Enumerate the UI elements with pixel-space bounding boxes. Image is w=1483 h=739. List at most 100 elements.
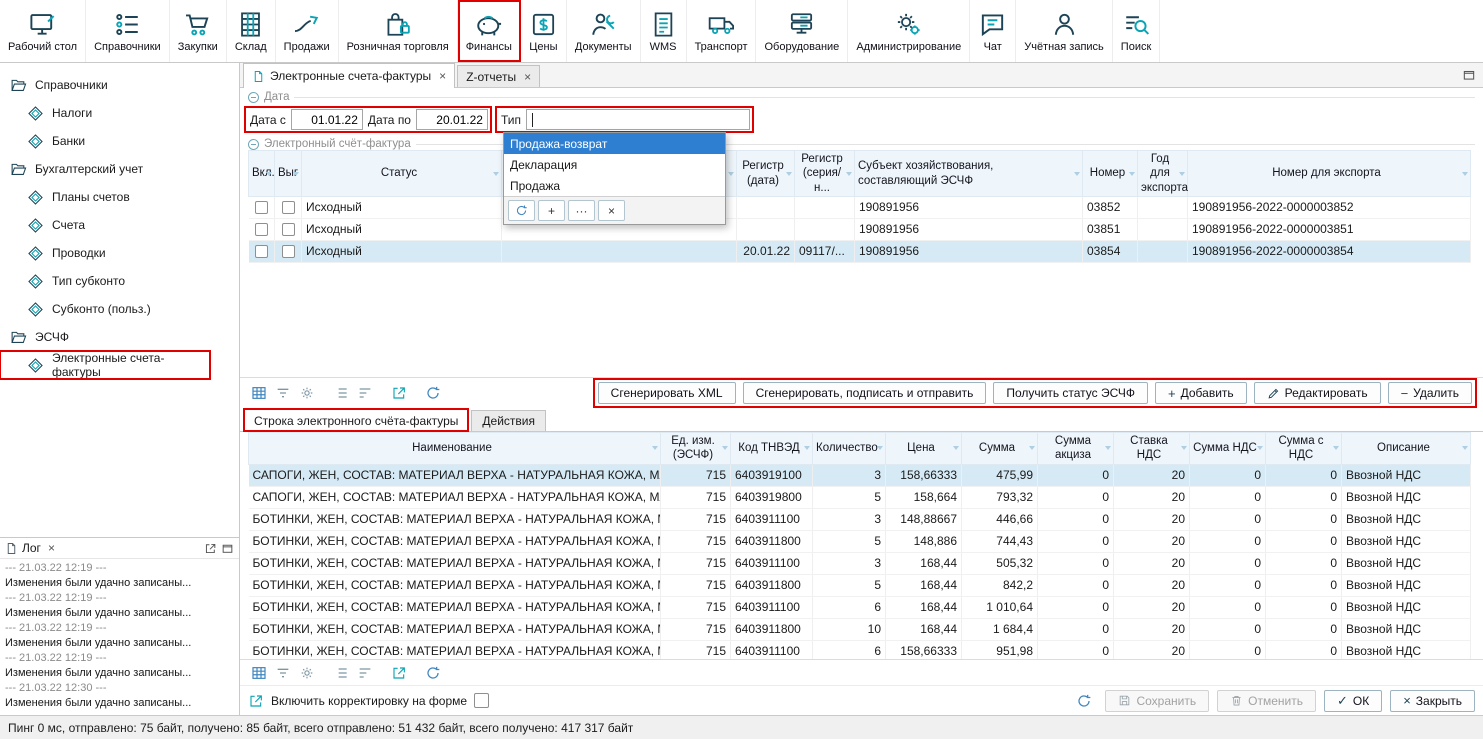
toolbar-item-administration[interactable]: Администрирование xyxy=(848,0,970,62)
line-row[interactable]: БОТИНКИ, ЖЕН, СОСТАВ: МАТЕРИАЛ ВЕРХА - Н… xyxy=(249,530,1471,552)
toolbar-item-wms[interactable]: WMS xyxy=(641,0,687,62)
column-header[interactable]: Регистр (серия/н... xyxy=(795,151,855,197)
type-input[interactable] xyxy=(526,109,750,130)
column-header[interactable]: Сумма НДС xyxy=(1190,433,1266,465)
collapse-group-icon[interactable] xyxy=(248,92,259,103)
column-header[interactable]: Номер для экспорта xyxy=(1188,151,1471,197)
sidebar-item[interactable]: ЭСЧФ xyxy=(0,323,239,351)
dropdown-more-icon[interactable]: ··· xyxy=(568,200,595,221)
detail-list-icon[interactable] xyxy=(330,382,352,404)
toolbar-item-prices[interactable]: Цены xyxy=(521,0,567,62)
toolbar-item-search[interactable]: Поиск xyxy=(1113,0,1160,62)
window-restore-icon[interactable] xyxy=(1462,68,1476,82)
filter-icon[interactable] xyxy=(272,662,294,684)
edit-button[interactable]: Редактировать xyxy=(1254,382,1381,404)
row-checkbox[interactable] xyxy=(255,201,268,214)
correction-checkbox[interactable] xyxy=(474,693,489,708)
tab-z-reports[interactable]: Z-отчеты× xyxy=(457,65,540,87)
add-button[interactable]: +Добавить xyxy=(1155,382,1247,404)
sidebar-item[interactable]: Электронные счета-фактуры xyxy=(0,351,210,379)
generate-sign-send-button[interactable]: Сгенерировать, подписать и отправить xyxy=(743,382,987,404)
column-header[interactable]: Ставка НДС xyxy=(1114,433,1190,465)
toolbar-item-desktop[interactable]: Рабочий стол xyxy=(0,0,86,62)
settings-icon[interactable] xyxy=(296,382,318,404)
filter-icon[interactable] xyxy=(272,382,294,404)
tab-close-icon[interactable]: × xyxy=(439,70,446,82)
refresh-icon[interactable] xyxy=(422,662,444,684)
column-header[interactable]: Описание xyxy=(1342,433,1471,465)
refresh-icon[interactable] xyxy=(422,382,444,404)
open-in-window-icon[interactable] xyxy=(388,662,410,684)
line-row[interactable]: БОТИНКИ, ЖЕН, СОСТАВ: МАТЕРИАЛ ВЕРХА - Н… xyxy=(249,574,1471,596)
toolbar-item-account[interactable]: Учётная запись xyxy=(1016,0,1113,62)
close-button[interactable]: ×Закрыть xyxy=(1390,690,1475,712)
sidebar-item[interactable]: Счета xyxy=(0,211,239,239)
sidebar-item[interactable]: Банки xyxy=(0,127,239,155)
generate-xml-button[interactable]: Сгенерировать XML xyxy=(598,382,736,404)
column-header[interactable]: Количество xyxy=(813,433,886,465)
cancel-button[interactable]: Отменить xyxy=(1217,690,1316,712)
row-checkbox[interactable] xyxy=(282,223,295,236)
line-row[interactable]: БОТИНКИ, ЖЕН, СОСТАВ: МАТЕРИАЛ ВЕРХА - Н… xyxy=(249,508,1471,530)
ok-button[interactable]: ✓ОК xyxy=(1324,690,1382,712)
toolbar-item-finance[interactable]: Финансы xyxy=(458,0,521,62)
toolbar-item-references[interactable]: Справочники xyxy=(86,0,170,62)
line-row[interactable]: САПОГИ, ЖЕН, СОСТАВ: МАТЕРИАЛ ВЕРХА - НА… xyxy=(249,486,1471,508)
toolbar-item-documents[interactable]: Документы xyxy=(567,0,641,62)
dropdown-option[interactable]: Декларация xyxy=(504,154,725,175)
toolbar-item-retail[interactable]: Розничная торговля xyxy=(339,0,458,62)
sidebar-item[interactable]: Налоги xyxy=(0,99,239,127)
get-status-button[interactable]: Получить статус ЭСЧФ xyxy=(993,382,1148,404)
delete-button[interactable]: −Удалить xyxy=(1388,382,1472,404)
collapse-group-icon[interactable] xyxy=(248,139,259,150)
row-checkbox[interactable] xyxy=(282,245,295,258)
row-checkbox[interactable] xyxy=(255,223,268,236)
log-close-icon[interactable]: × xyxy=(48,542,55,554)
settings-icon[interactable] xyxy=(296,662,318,684)
invoice-row[interactable]: Исходный20.01.2209117/...190891956038541… xyxy=(249,241,1471,263)
line-row[interactable]: БОТИНКИ, ЖЕН, СОСТАВ: МАТЕРИАЛ ВЕРХА - Н… xyxy=(249,640,1471,659)
column-header[interactable]: Цена xyxy=(886,433,962,465)
sidebar-item[interactable]: Проводки xyxy=(0,239,239,267)
table-view-icon[interactable] xyxy=(248,662,270,684)
save-button[interactable]: Сохранить xyxy=(1105,690,1209,712)
dropdown-refresh-icon[interactable] xyxy=(508,200,535,221)
log-collapse-icon[interactable] xyxy=(221,542,234,555)
detail-list-icon[interactable] xyxy=(330,662,352,684)
tab-close-icon[interactable]: × xyxy=(524,71,531,83)
dropdown-add-icon[interactable]: + xyxy=(538,200,565,221)
invoice-row[interactable]: Исходный19089195603852190891956-2022-000… xyxy=(249,197,1471,219)
column-header[interactable]: Сумма с НДС xyxy=(1266,433,1342,465)
list-icon[interactable] xyxy=(354,662,376,684)
date-to-input[interactable] xyxy=(416,109,488,130)
sidebar-item[interactable]: Бухгалтерский учет xyxy=(0,155,239,183)
table-view-icon[interactable] xyxy=(248,382,270,404)
column-header[interactable]: Вкл. xyxy=(249,151,275,197)
toolbar-item-transport[interactable]: Транспорт xyxy=(687,0,757,62)
column-header[interactable]: Выг xyxy=(275,151,302,197)
toolbar-item-warehouse[interactable]: Склад xyxy=(227,0,276,62)
tab-invoices[interactable]: Электронные счета-фактуры× xyxy=(243,63,455,88)
date-from-input[interactable] xyxy=(291,109,363,130)
toolbar-item-sales[interactable]: Продажи xyxy=(276,0,339,62)
sidebar-item[interactable]: Тип субконто xyxy=(0,267,239,295)
column-header[interactable]: Субъект хозяйствования, составляющий ЭСЧ… xyxy=(855,151,1083,197)
line-row[interactable]: БОТИНКИ, ЖЕН, СОСТАВ: МАТЕРИАЛ ВЕРХА - Н… xyxy=(249,552,1471,574)
toolbar-item-equipment[interactable]: Оборудование xyxy=(756,0,848,62)
sidebar-item[interactable]: Субконто (польз.) xyxy=(0,295,239,323)
dropdown-option[interactable]: Продажа-возврат xyxy=(504,133,725,154)
refresh-icon[interactable] xyxy=(1073,690,1095,712)
sidebar-item[interactable]: Справочники xyxy=(0,71,239,99)
invoice-row[interactable]: Исходный19089195603851190891956-2022-000… xyxy=(249,219,1471,241)
column-header[interactable]: Код ТНВЭД xyxy=(731,433,813,465)
column-header[interactable]: Сумма xyxy=(962,433,1038,465)
detail-tab-invoice-line[interactable]: Строка электронного счёта-фактуры xyxy=(243,408,469,432)
column-header[interactable]: Регистр (дата) xyxy=(737,151,795,197)
line-row[interactable]: САПОГИ, ЖЕН, СОСТАВ: МАТЕРИАЛ ВЕРХА - НА… xyxy=(249,464,1471,486)
list-icon[interactable] xyxy=(354,382,376,404)
row-checkbox[interactable] xyxy=(255,245,268,258)
dropdown-option[interactable]: Продажа xyxy=(504,175,725,196)
column-header[interactable]: Наименование xyxy=(249,433,661,465)
column-header[interactable]: Сумма акциза xyxy=(1038,433,1114,465)
line-row[interactable]: БОТИНКИ, ЖЕН, СОСТАВ: МАТЕРИАЛ ВЕРХА - Н… xyxy=(249,596,1471,618)
